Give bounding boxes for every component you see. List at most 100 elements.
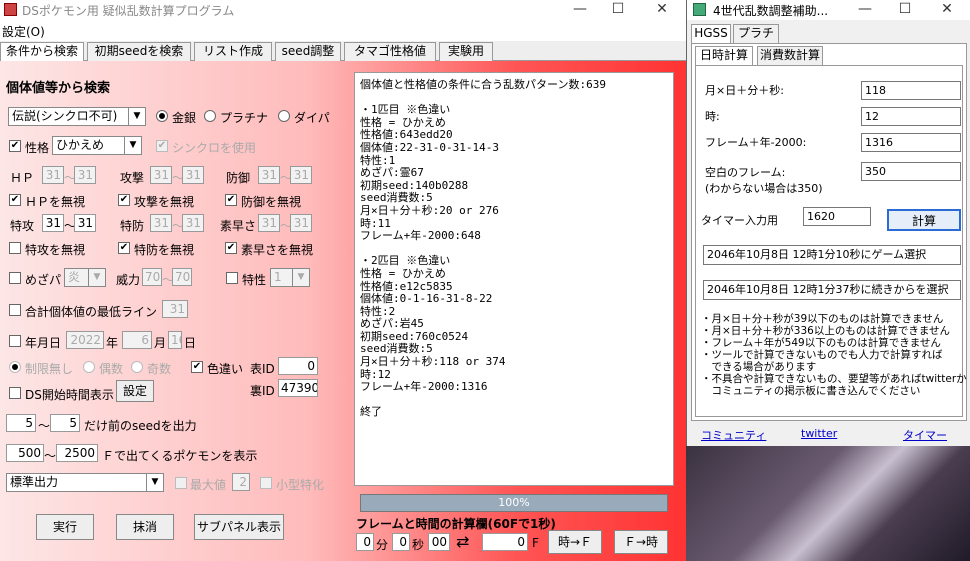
twitter-link[interactable]: twitter	[801, 427, 837, 440]
ignore-spe-checkbox[interactable]	[225, 242, 237, 254]
radio-odd[interactable]	[131, 361, 143, 373]
hp-min-input[interactable]: 31	[42, 166, 64, 184]
ability-select[interactable]: 1 ▼	[270, 268, 310, 287]
timer-input[interactable]: 1620	[803, 207, 871, 226]
radio-dp[interactable]	[278, 110, 290, 122]
min-iv-input[interactable]: 31	[162, 300, 188, 318]
maximize-icon[interactable]: ☐	[598, 0, 638, 20]
max-value-checkbox[interactable]	[175, 477, 187, 489]
shiny-checkbox[interactable]	[191, 361, 203, 373]
field-input-hour[interactable]: 12	[861, 107, 961, 126]
hp-max-input[interactable]: 31	[74, 166, 96, 184]
tab-platinum[interactable]: プラチナ	[733, 24, 779, 57]
calc-button[interactable]: 計算	[887, 209, 961, 231]
tab-egg-pid[interactable]: タマゴ性格値	[344, 42, 436, 61]
subpanel-button[interactable]: サブパネル表示	[194, 514, 284, 540]
desktop-background-image	[686, 446, 970, 561]
radio-no-restrict[interactable]	[9, 361, 21, 373]
ignore-spa-checkbox[interactable]	[9, 242, 21, 254]
radio-platinum[interactable]	[204, 110, 216, 122]
spd-min-input[interactable]: 31	[150, 214, 172, 232]
date-checkbox[interactable]	[9, 335, 21, 347]
frame-max-input[interactable]: 2500	[56, 444, 98, 462]
spe-max-input[interactable]: 31	[290, 214, 312, 232]
close-icon[interactable]: ✕	[642, 0, 682, 20]
radio-dp-label: ダイパ	[294, 111, 330, 125]
power-max-input[interactable]: 70	[172, 268, 192, 286]
output-mode-select[interactable]: 標準出力 ▼	[6, 473, 164, 492]
blank-note: (わからない場合は350)	[705, 182, 823, 195]
hidden-power-select[interactable]: 炎 ▼	[64, 268, 106, 287]
sid-input[interactable]: 47390	[278, 379, 318, 397]
spd-max-input[interactable]: 31	[182, 214, 204, 232]
fraction-input[interactable]: 00	[428, 533, 450, 551]
radio-hgss[interactable]	[156, 110, 168, 122]
clear-button[interactable]: 抹消	[116, 514, 174, 540]
community-link[interactable]: コミュニティ	[701, 427, 766, 443]
main-titlebar[interactable]: DSポケモン用 疑似乱数計算プログラム — ☐ ✕	[0, 0, 686, 20]
seed-range-min-input[interactable]: 5	[6, 414, 36, 432]
field-input-mdms[interactable]: 118	[861, 81, 961, 100]
nature-select[interactable]: ひかえめ ▼	[52, 136, 142, 155]
month-input[interactable]: 6	[122, 331, 152, 349]
time-to-frame-button[interactable]: 時→Ｆ	[548, 530, 602, 554]
spe-label: 素早さ	[220, 219, 257, 233]
day-input[interactable]: 16	[168, 331, 182, 349]
tab-condition-search[interactable]: 条件から検索	[0, 42, 84, 61]
tab-hgss[interactable]: HGSS	[691, 24, 731, 43]
tab-consume-calc[interactable]: 消費数計算	[757, 46, 823, 65]
progress-bar: 100%	[360, 494, 668, 512]
minute-input[interactable]: 0	[356, 533, 374, 551]
minimize-icon[interactable]: —	[560, 0, 600, 20]
min-iv-checkbox[interactable]	[9, 304, 21, 316]
def-max-input[interactable]: 31	[290, 166, 312, 184]
spe-min-input[interactable]: 31	[258, 214, 280, 232]
tab-experiment[interactable]: 実験用	[439, 42, 493, 61]
tid-input[interactable]: 0	[278, 357, 318, 375]
spd-label: 特防	[120, 219, 145, 233]
menu-settings[interactable]: 設定(O)	[2, 23, 45, 40]
ds-time-checkbox[interactable]	[9, 387, 21, 399]
power-min-input[interactable]: 70	[142, 268, 162, 286]
tab-seed-adjust[interactable]: seed調整	[275, 42, 341, 61]
nature-checkbox[interactable]	[9, 140, 21, 152]
seed-range-max-input[interactable]: 5	[50, 414, 80, 432]
maximize-icon[interactable]: ☐	[885, 0, 925, 20]
ignore-atk-checkbox[interactable]	[118, 194, 130, 206]
ignore-def-checkbox[interactable]	[225, 194, 237, 206]
spa-max-input[interactable]: 31	[74, 214, 96, 232]
tab-list[interactable]: リスト作成	[194, 42, 272, 61]
chevron-down-icon: ▼	[88, 269, 105, 286]
helper-titlebar[interactable]: 4世代乱数調整補助... — ☐ ✕	[687, 0, 970, 20]
field-input-blank[interactable]: 350	[861, 162, 961, 181]
year-input[interactable]: 2022	[66, 331, 104, 349]
radio-even[interactable]	[83, 361, 95, 373]
settings-button[interactable]: 設定	[116, 380, 154, 402]
frame-min-input[interactable]: 500	[6, 444, 44, 462]
timer-link[interactable]: タイマー	[903, 427, 947, 443]
ignore-spd-checkbox[interactable]	[118, 242, 130, 254]
run-button[interactable]: 実行	[36, 514, 94, 540]
tab-initial-seed[interactable]: 初期seedを検索	[87, 42, 191, 61]
results-textarea[interactable]: 個体値と性格値の条件に合う乱数パターン数:639 ・1匹目 ※色違い 性格 = …	[354, 72, 674, 486]
ignore-hp-checkbox[interactable]	[9, 194, 21, 206]
other-checkbox[interactable]	[260, 477, 272, 489]
def-label: 防御	[226, 171, 251, 185]
spa-min-input[interactable]: 31	[42, 214, 64, 232]
field-input-frame[interactable]: 1316	[861, 133, 961, 152]
atk-max-input[interactable]: 31	[182, 166, 204, 184]
atk-min-input[interactable]: 31	[150, 166, 172, 184]
chevron-down-icon: ▼	[146, 474, 163, 491]
second-input[interactable]: 0	[392, 533, 410, 551]
hidden-power-checkbox[interactable]	[9, 272, 21, 284]
mode-select[interactable]: 伝説(シンクロ不可) ▼	[8, 107, 146, 126]
def-min-input[interactable]: 31	[258, 166, 280, 184]
max-value-input[interactable]: 2	[232, 473, 250, 491]
close-icon[interactable]: ✕	[927, 0, 967, 20]
ability-checkbox[interactable]	[226, 272, 238, 284]
frame-input[interactable]: 0	[482, 533, 528, 551]
frame-to-time-button[interactable]: Ｆ→時	[614, 530, 668, 554]
synchro-checkbox[interactable]	[156, 140, 168, 152]
tab-datetime-calc[interactable]: 日時計算	[695, 46, 753, 65]
minimize-icon[interactable]: —	[845, 0, 885, 20]
